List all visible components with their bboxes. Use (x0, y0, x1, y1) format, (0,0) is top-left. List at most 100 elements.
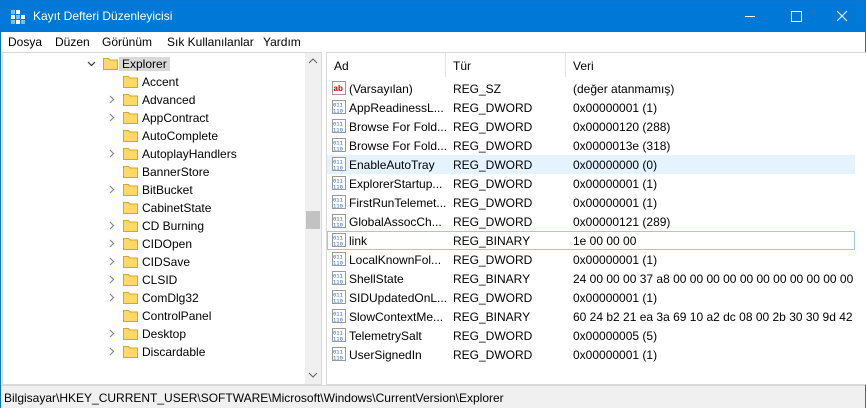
tree-item-label: CabinetState (142, 201, 212, 215)
tree-item-autoplayhandlers[interactable]: AutoplayHandlers (3, 145, 305, 163)
value-type: REG_SZ (453, 82, 502, 96)
svg-text:110: 110 (333, 279, 343, 286)
binary-value-icon: 011110 (332, 214, 346, 228)
tree-item-bitbucket[interactable]: BitBucket (3, 181, 305, 199)
tree-item-desktop[interactable]: Desktop (3, 325, 305, 343)
chevron-right-icon[interactable] (107, 113, 116, 122)
svg-text:110: 110 (333, 317, 343, 324)
svg-text:110: 110 (333, 184, 343, 191)
value-name: SIDUpdatedOnL... (349, 291, 448, 305)
value-row[interactable]: 011 110 UserSignedIn REG_DWORD 0x00000001 (1… (327, 345, 855, 364)
value-row[interactable]: 011 110 ExplorerStartup... REG_DWORD 0x00000… (327, 174, 855, 193)
maximize-icon (791, 11, 802, 22)
value-name: LocalKnownFol... (349, 253, 442, 267)
tree-item-discardable[interactable]: Discardable (3, 343, 305, 361)
key-path: Bilgisayar\HKEY_CURRENT_USER\SOFTWARE\Mi… (4, 391, 504, 405)
binary-value-icon: 011110 (332, 309, 346, 323)
tree-item-explorer[interactable]: Explorer (3, 55, 305, 73)
tree-item-cidsave[interactable]: CIDSave (3, 253, 305, 271)
folder-icon (123, 220, 138, 232)
column-header-name[interactable]: Ad (327, 53, 445, 77)
tree-item-controlpanel[interactable]: ControlPanel (3, 307, 305, 325)
chevron-right-icon[interactable] (107, 293, 116, 302)
value-data: 0x00000120 (288) (573, 120, 671, 134)
value-row[interactable]: 011 110 FirstRunTelemet... REG_DWORD 0x00000… (327, 193, 855, 212)
title-bar[interactable]: Kayıt Defteri Düzenleyicisi (1, 1, 865, 32)
svg-text:110: 110 (333, 108, 343, 115)
value-row[interactable]: 011 110 EnableAutoTray REG_DWORD 0x00000000 … (327, 155, 855, 174)
folder-icon (103, 58, 118, 70)
folder-icon (123, 76, 138, 88)
value-data: 0x0000013e (318) (573, 139, 671, 153)
column-header-type[interactable]: Tür (446, 53, 564, 77)
value-row[interactable]: 011 110 ShellState REG_BINARY 24 00 00 00 37… (327, 269, 855, 288)
value-data: (değer atanmamış) (573, 82, 675, 96)
value-row[interactable]: 011 110 link REG_BINARY 1e 00 00 00 (327, 231, 855, 250)
chevron-right-icon[interactable] (107, 185, 116, 194)
binary-value-icon: 011110 (332, 138, 346, 152)
menu-yardim[interactable]: Yardım (263, 35, 301, 49)
tree-scrollbar[interactable] (305, 53, 321, 384)
value-name: AppReadinessL... (349, 101, 444, 115)
tree-item-cidopen[interactable]: CIDOpen (3, 235, 305, 253)
value-row[interactable]: 011 110 Browse For Fold... REG_DWORD 0x00000… (327, 117, 855, 136)
values-list[interactable]: Ad Tür Veri ab (Varsayılan) REG_SZ (değer a… (326, 52, 866, 385)
tree-item-clsid[interactable]: CLSID (3, 271, 305, 289)
value-data: 0x00000121 (289) (573, 215, 671, 229)
chevron-right-icon[interactable] (107, 239, 116, 248)
folder-icon (123, 346, 138, 358)
svg-text:110: 110 (333, 146, 343, 153)
tree-item-label: CIDOpen (142, 237, 193, 251)
minimize-button[interactable] (727, 1, 773, 32)
value-row[interactable]: 011 110 SlowContextMe... REG_BINARY 60 24 b2… (327, 307, 855, 326)
menu-dosya[interactable]: Dosya (8, 35, 42, 49)
chevron-right-icon[interactable] (107, 149, 116, 158)
value-row[interactable]: 011 110 GlobalAssocCh... REG_DWORD 0x0000012… (327, 212, 855, 231)
no-expander (107, 131, 116, 140)
maximize-button[interactable] (773, 1, 819, 32)
value-row[interactable]: 011 110 TelemetrySalt REG_DWORD 0x00000005 (… (327, 326, 855, 345)
chevron-right-icon[interactable] (107, 221, 116, 230)
tree-item-accent[interactable]: Accent (3, 73, 305, 91)
chevron-right-icon[interactable] (107, 275, 116, 284)
value-type: REG_BINARY (453, 272, 531, 286)
value-row[interactable]: 011 110 SIDUpdatedOnL... REG_DWORD 0x0000000… (327, 288, 855, 307)
tree-item-appcontract[interactable]: AppContract (3, 109, 305, 127)
tree-item-cd-burning[interactable]: CD Burning (3, 217, 305, 235)
value-name: TelemetrySalt (349, 329, 422, 343)
chevron-right-icon[interactable] (107, 95, 116, 104)
binary-value-icon: 011110 (332, 252, 346, 266)
svg-text:110: 110 (333, 355, 343, 362)
menu-sik-kullanilanlar[interactable]: Sık Kullanılanlar (167, 35, 254, 49)
key-tree[interactable]: Explorer Accent Advanced AppContract AutoCom… (2, 52, 322, 385)
folder-icon (123, 112, 138, 124)
value-row[interactable]: ab (Varsayılan) REG_SZ (değer atanmamış) (327, 79, 855, 98)
tree-item-cabinetstate[interactable]: CabinetState (3, 199, 305, 217)
value-row[interactable]: 011 110 AppReadinessL... REG_DWORD 0x0000000… (327, 98, 855, 117)
menu-duzen[interactable]: Düzen (55, 35, 90, 49)
value-row[interactable]: 011 110 Browse For Fold... REG_DWORD 0x00000… (327, 136, 855, 155)
svg-text:110: 110 (333, 336, 343, 343)
tree-item-comdlg32[interactable]: ComDlg32 (3, 289, 305, 307)
tree-item-bannerstore[interactable]: BannerStore (3, 163, 305, 181)
chevron-right-icon[interactable] (107, 257, 116, 266)
value-type: REG_DWORD (453, 196, 533, 210)
close-button[interactable] (819, 1, 865, 32)
folder-icon (123, 292, 138, 304)
column-header-data[interactable]: Veri (566, 53, 856, 77)
value-row[interactable]: 011 110 LocalKnownFol... REG_DWORD 0x0000000… (327, 250, 855, 269)
value-type: REG_DWORD (453, 120, 533, 134)
value-data: 0x00000001 (1) (573, 291, 658, 305)
tree-item-advanced[interactable]: Advanced (3, 91, 305, 109)
value-data: 0x00000001 (1) (573, 196, 658, 210)
chevron-down-icon[interactable] (87, 59, 96, 68)
string-value-icon: ab (332, 81, 346, 95)
chevron-right-icon[interactable] (107, 329, 116, 338)
chevron-right-icon[interactable] (107, 347, 116, 356)
menu-gorunum[interactable]: Görünüm (102, 35, 152, 49)
tree-item-autocomplete[interactable]: AutoComplete (3, 127, 305, 145)
value-type: REG_DWORD (453, 348, 533, 362)
tree-item-label: CLSID (142, 273, 178, 287)
tree-item-label: ControlPanel (142, 309, 212, 323)
minimize-icon (745, 16, 755, 17)
